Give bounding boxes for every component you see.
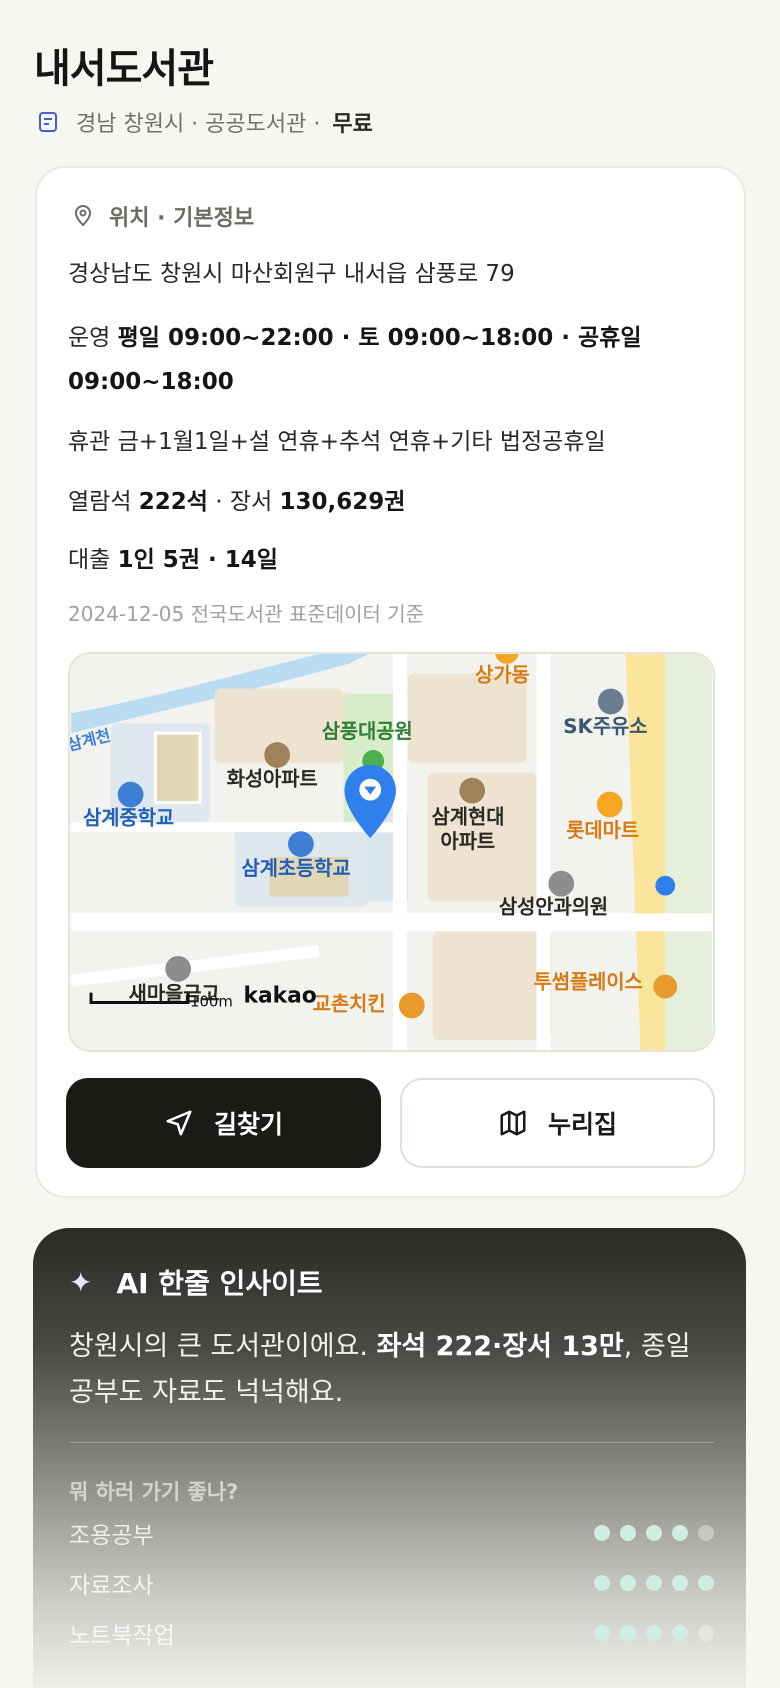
map-label-hyundai-1: 삼계현대: [432, 805, 505, 828]
section-header: 위치 · 기본정보: [71, 200, 254, 232]
location-pin-icon: [74, 205, 92, 227]
navigation-arrow-icon: [166, 1110, 192, 1136]
map-label-elementary: 삼계초등학교: [242, 857, 351, 880]
rating-dot-filled: [672, 1575, 688, 1591]
library-meta: 경남 창원시 · 공공도서관 · 무료: [36, 106, 373, 138]
meta-text: 경남 창원시 · 공공도서관 ·: [76, 112, 321, 137]
opening-hours: 운영 평일 09:00~22:00 · 토 09:00~18:00 · 공휴일 …: [68, 316, 688, 404]
map-label-park: 삼풍대공원: [322, 720, 413, 743]
ai-text-pre: 창원시의 큰 도서관이에요.: [69, 1331, 377, 1362]
rating-dot-filled: [594, 1625, 610, 1641]
rating-row: 노트북작업: [69, 1616, 714, 1650]
rating-label: 자료조사: [69, 1573, 154, 1599]
loan-label: 대출: [68, 547, 111, 573]
rating-dot-filled: [698, 1575, 714, 1591]
books-label: · 장서: [215, 489, 273, 515]
document-icon: [39, 112, 57, 132]
rating-dots: [594, 1625, 714, 1641]
map-label-middle-school: 삼계중학교: [83, 806, 174, 829]
ai-insight-text: 창원시의 큰 도서관이에요. 좌석 222·장서 13만, 종일 공부도 자료도…: [69, 1324, 709, 1416]
map-label-twosome: 투썸플레이스: [534, 971, 643, 994]
kakao-logo: kakao: [243, 983, 316, 1008]
rating-dot-filled: [594, 1525, 610, 1541]
divider: [69, 1442, 714, 1443]
rating-row: 자료조사: [69, 1566, 714, 1600]
seats-label: 열람석: [68, 489, 132, 515]
seats-books: 열람석 222석 · 장서 130,629권: [68, 482, 405, 516]
closed-days: 휴관 금+1월1일+설 연휴+추석 연휴+기타 법정공휴일: [68, 429, 606, 455]
directions-button[interactable]: 길찾기: [66, 1078, 381, 1168]
ai-insight-header: ✦ AI 한줄 인사이트: [69, 1262, 323, 1302]
rating-dot-filled: [646, 1625, 662, 1641]
rating-dot-filled: [672, 1625, 688, 1641]
map-label-sk: SK주유소: [563, 715, 647, 738]
map-canvas[interactable]: 상가동 SK주유소 삼계천 삼풍대공원 화성아파트 삼계중학교 삼계현대 아파트…: [70, 654, 713, 1050]
page-title: 내서도서관: [34, 46, 214, 92]
website-button[interactable]: 누리집: [400, 1078, 715, 1168]
map-label-hyundai-2: 아파트: [441, 830, 496, 853]
rating-dot-filled: [646, 1575, 662, 1591]
fee-label: 무료: [332, 112, 373, 137]
map-label-kyochon: 교촌치킨: [313, 992, 386, 1015]
hours-value: 평일 09:00~22:00 · 토 09:00~18:00 · 공휴일 09:…: [68, 325, 642, 395]
map-label-eye-clinic: 삼성안과의원: [499, 895, 608, 918]
map-scale-label: 100m: [190, 992, 233, 1010]
ai-insight-title: AI 한줄 인사이트: [116, 1267, 323, 1300]
address: 경상남도 창원시 마산회원구 내서읍 삼풍로 79: [68, 261, 515, 287]
rating-dot-filled: [646, 1525, 662, 1541]
rating-row: 조용공부: [69, 1516, 714, 1550]
rating-dot-filled: [620, 1575, 636, 1591]
rating-dot-filled: [672, 1525, 688, 1541]
sparkle-icon: ✦: [69, 1265, 93, 1299]
seats-value: 222석: [138, 489, 208, 515]
map-label-lotte: 롯데마트: [566, 819, 639, 842]
rating-dot-filled: [620, 1525, 636, 1541]
rating-dot-empty: [698, 1625, 714, 1641]
rating-dot-filled: [620, 1625, 636, 1641]
map-view[interactable]: 상가동 SK주유소 삼계천 삼풍대공원 화성아파트 삼계중학교 삼계현대 아파트…: [68, 652, 715, 1052]
activity-question: 뭐 하러 가기 좋나?: [69, 1480, 239, 1504]
map-icon: [500, 1110, 526, 1136]
map-label-hwaseong: 화성아파트: [227, 768, 318, 791]
info-card: 위치 · 기본정보 경상남도 창원시 마산회원구 내서읍 삼풍로 79 운영 평…: [35, 166, 746, 1198]
rating-label: 조용공부: [69, 1523, 154, 1549]
rating-dots: [594, 1525, 714, 1541]
rating-dot-empty: [698, 1525, 714, 1541]
loan-policy: 대출 1인 5권 · 14일: [68, 540, 278, 574]
directions-label: 길찾기: [213, 1110, 283, 1139]
website-label: 누리집: [547, 1110, 617, 1139]
books-value: 130,629권: [279, 489, 406, 515]
rating-dot-filled: [594, 1575, 610, 1591]
data-source: 2024-12-05 전국도서관 표준데이터 기준: [68, 602, 425, 626]
rating-label: 노트북작업: [69, 1623, 175, 1649]
loan-value: 1인 5권 · 14일: [117, 547, 278, 573]
hours-label: 운영: [68, 325, 111, 351]
rating-dots: [594, 1575, 714, 1591]
section-title: 위치 · 기본정보: [109, 206, 255, 231]
map-label-sangga: 상가동: [475, 664, 530, 687]
ai-insight-card: ✦ AI 한줄 인사이트 창원시의 큰 도서관이에요. 좌석 222·장서 13…: [33, 1228, 746, 1688]
ai-text-bold: 좌석 222·장서 13만: [376, 1331, 624, 1362]
